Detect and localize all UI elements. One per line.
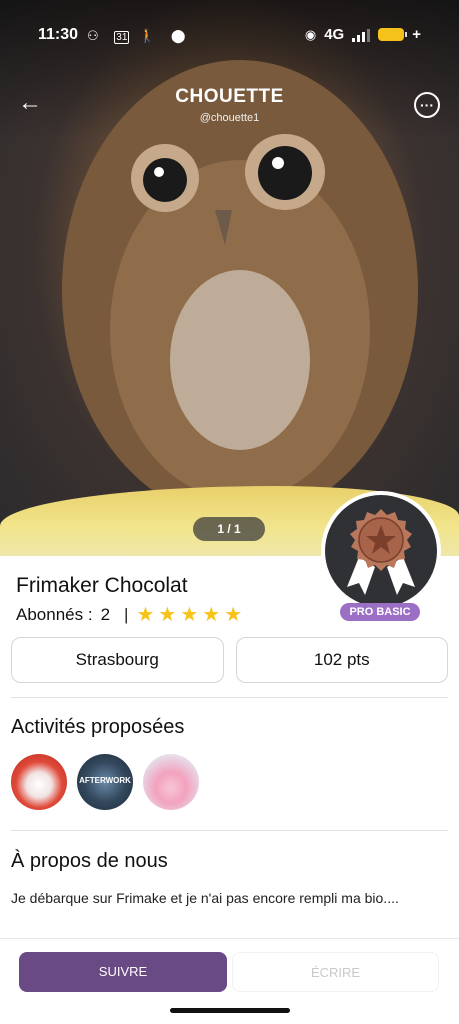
divider	[11, 830, 448, 831]
medal-icon	[347, 509, 415, 595]
followers-count: 2	[100, 604, 111, 624]
info-row: Strasbourg 102 pts	[11, 637, 448, 683]
more-options-button[interactable]: ···	[414, 92, 440, 118]
star-icon: ★	[180, 604, 199, 626]
charging-plus-icon: +	[412, 26, 421, 43]
activity-afterwork-label: AFTERWORK	[79, 776, 131, 785]
profile-handle: @chouette1	[199, 112, 260, 124]
walk-icon: 🚶	[139, 28, 162, 43]
location-pin-icon: ◉	[304, 26, 317, 42]
city-box: Strasbourg	[11, 637, 224, 683]
pro-badge	[321, 491, 441, 611]
profile-title: CHOUETTE	[175, 86, 284, 107]
star-icon: ★	[202, 604, 221, 626]
status-bar: 11:30 ⚇ 31 🚶 ⬤ ◉ 4G +	[0, 0, 459, 72]
home-indicator[interactable]	[170, 1008, 290, 1013]
star-icon: ★	[224, 604, 243, 626]
network-type: 4G	[324, 26, 345, 43]
follow-button[interactable]: SUIVRE	[19, 952, 227, 992]
charge-icon: ⚇	[87, 28, 105, 43]
separator: |	[124, 604, 129, 624]
activities-title: Activités proposées	[11, 716, 185, 738]
profile-name: Frimaker Chocolat	[16, 574, 188, 597]
status-left-icons: ⚇ 31 🚶 ⬤	[87, 28, 191, 44]
write-button[interactable]: ÉCRIRE	[232, 952, 439, 992]
status-right: ◉ 4G +	[305, 26, 421, 43]
divider	[11, 697, 448, 698]
about-title: À propos de nous	[11, 850, 168, 872]
battery-icon	[378, 28, 408, 41]
gallery-pager: 1 / 1	[193, 517, 265, 541]
calendar-icon: 31	[114, 31, 130, 44]
pro-badge-label: PRO BASIC	[340, 603, 420, 621]
profile-header: ← CHOUETTE @chouette1 ···	[0, 84, 459, 124]
location-icon: ⬤	[170, 28, 192, 43]
about-text: Je débarque sur Frimake et je n'ai pas e…	[11, 890, 399, 906]
status-time: 11:30	[38, 26, 79, 43]
action-bar: SUIVRE ÉCRIRE	[0, 938, 459, 1000]
star-icon: ★	[158, 604, 177, 626]
followers-row: Abonnés : 2 | ★ ★ ★ ★ ★	[16, 602, 242, 627]
activity-bowling[interactable]	[11, 754, 67, 810]
activity-cocktail[interactable]	[143, 754, 199, 810]
star-icon: ★	[136, 604, 155, 626]
system-nav-bar	[0, 1000, 459, 1024]
more-icon: ···	[420, 97, 434, 113]
signal-icon	[352, 28, 371, 42]
rating-stars: ★ ★ ★ ★ ★	[136, 602, 242, 627]
followers-label: Abonnés :	[16, 604, 93, 624]
activity-afterwork[interactable]: AFTERWORK	[77, 754, 133, 810]
badge-medal	[325, 495, 437, 607]
activities-list: AFTERWORK	[11, 754, 199, 810]
points-box: 102 pts	[235, 637, 448, 683]
